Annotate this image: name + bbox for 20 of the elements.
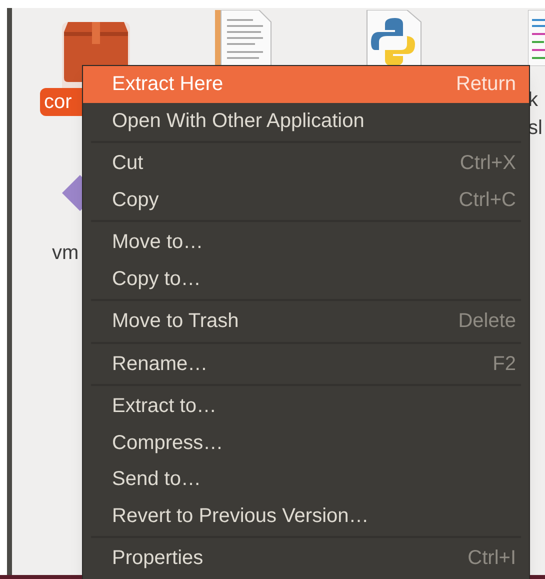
shortcut-label: Ctrl+I	[468, 546, 516, 572]
menu-item[interactable]: Move to…	[83, 224, 529, 260]
menu-item[interactable]: Send to…	[83, 461, 529, 498]
python-file-icon[interactable]	[365, 10, 423, 66]
menu-item[interactable]: Revert to Previous Version…	[83, 498, 529, 534]
shortcut-label: Ctrl+X	[460, 151, 516, 176]
menu-item[interactable]: Copy to…	[83, 260, 529, 297]
menu-item[interactable]: Move to Trash Delete	[83, 303, 529, 340]
menu-item[interactable]: Cut Ctrl+X	[83, 145, 529, 182]
menu-item[interactable]: Copy Ctrl+C	[83, 182, 529, 218]
file-name: vm	[52, 241, 80, 266]
menu-item[interactable]: Rename… F2	[83, 346, 529, 382]
shortcut-label: Ctrl+C	[458, 188, 516, 213]
menu-item[interactable]: Extract to…	[83, 388, 529, 424]
shortcut-label: Delete	[458, 309, 516, 334]
menu-item[interactable]: Compress…	[83, 424, 529, 461]
shortcut-label: F2	[492, 352, 516, 377]
text-file-icon[interactable]	[215, 10, 273, 66]
shortcut-label: Return	[456, 72, 516, 98]
menu-item[interactable]: Properties Ctrl+I	[83, 540, 529, 576]
